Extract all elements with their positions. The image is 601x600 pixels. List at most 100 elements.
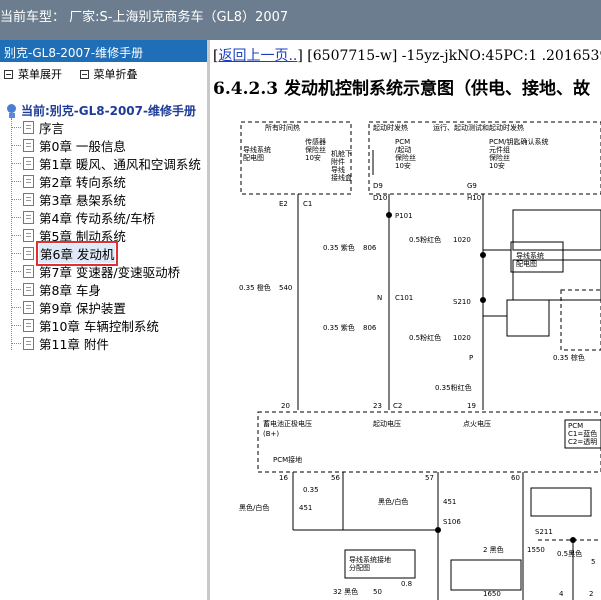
tree-item-chapter-11[interactable]: 第11章 附件 bbox=[6, 334, 207, 352]
label-c101: C101 bbox=[395, 294, 413, 302]
document-icon bbox=[23, 228, 34, 242]
tree-item-chapter-7[interactable]: 第7章 变速器/变速驱动桥 bbox=[6, 262, 207, 280]
label-n: N bbox=[377, 294, 382, 302]
label-d10: D10 bbox=[373, 194, 387, 202]
document-icon bbox=[23, 138, 34, 152]
document-icon bbox=[23, 282, 34, 296]
label-0-5-black: 0.5黑色 bbox=[557, 549, 582, 558]
sidebar-header: 别克-GL8-2007-维修手册 bbox=[0, 40, 207, 62]
label-engine-room: 机舱下附件导线接线盒 bbox=[331, 149, 352, 182]
tree-item-preface[interactable]: 序言 bbox=[6, 118, 207, 136]
label-bplus: (B+) bbox=[263, 430, 279, 438]
label-pin4: 4 bbox=[559, 590, 564, 598]
label-2-black: 2 黑色 bbox=[483, 545, 504, 554]
label-pcm-box: PCM C1=蓝色 C2=透明 bbox=[568, 422, 597, 446]
label-pcm-fuse: PCM/起动保险丝 10安 bbox=[395, 138, 416, 170]
collapse-all-button[interactable]: 菜单折叠 bbox=[79, 66, 138, 82]
tree-item-chapter-5[interactable]: 第5章 制动系统 bbox=[6, 226, 207, 244]
user-icon bbox=[6, 103, 18, 118]
label-crank-hot: 起动时发热 bbox=[373, 123, 408, 132]
document-icon bbox=[23, 156, 34, 170]
label-conn-e2: E2 bbox=[279, 200, 288, 208]
label-g9: G9 bbox=[467, 182, 477, 190]
label-dist-small: 导线系统配电图 bbox=[516, 251, 544, 268]
label-gnd-dist: 导线系统接地分配图 bbox=[349, 555, 391, 572]
label-ign-v: 点火电压 bbox=[463, 419, 491, 428]
tree-root[interactable]: 当前:别克-GL8-2007-维修手册 bbox=[6, 102, 196, 119]
document-icon bbox=[23, 318, 34, 332]
label-black-white-2: 黑色/白色 bbox=[378, 497, 408, 506]
tree-item-chapter-3[interactable]: 第3章 悬架系统 bbox=[6, 190, 207, 208]
label-c2: C2 bbox=[393, 402, 402, 410]
label-50: 50 bbox=[373, 588, 382, 596]
label-pin60: 60 bbox=[511, 474, 520, 482]
label-540: 540 bbox=[279, 284, 292, 292]
page-title: 6.4.2.3 发动机控制系统示意图（供电、接地、故 bbox=[213, 79, 590, 99]
label-pin57: 57 bbox=[425, 474, 434, 482]
tree-item-chapter-9[interactable]: 第9章 保护装置 bbox=[6, 298, 207, 316]
current-vehicle-label: 当前车型： 厂家:S-上海别克商务车（GL8）2007 bbox=[0, 10, 289, 25]
label-sensor-fuse: 传感器保险丝 10安 bbox=[305, 137, 326, 162]
label-battery-v: 蓄电池正极电压 bbox=[263, 419, 312, 428]
label-451-1: 451 bbox=[299, 504, 312, 512]
label-0-35: 0.35 bbox=[303, 486, 319, 494]
sidebar: 别克-GL8-2007-维修手册 菜单展开 菜单折叠 当前:别克-GL8-200… bbox=[0, 40, 210, 600]
label-pin2: 2 bbox=[589, 590, 593, 598]
document-icon bbox=[23, 300, 34, 314]
label-1020-1: 1020 bbox=[453, 236, 471, 244]
label-451-2: 451 bbox=[443, 498, 456, 506]
label-p: P bbox=[469, 354, 473, 362]
label-pin20: 20 bbox=[281, 402, 290, 410]
label-pink-1: 0.5粉红色 bbox=[409, 235, 441, 244]
label-d9: D9 bbox=[373, 182, 383, 190]
tree-item-chapter-10[interactable]: 第10章 车辆控制系统 bbox=[6, 316, 207, 334]
label-pcm-key: PCM/钥匙确认系统元件组保险丝 10安 bbox=[489, 137, 549, 170]
tree-item-chapter-4[interactable]: 第4章 传动系统/车桥 bbox=[6, 208, 207, 226]
label-all-hot: 所有时间热 bbox=[265, 123, 300, 132]
doc-nav-line: [返回上一页..] [6507715-w] -15yz-jkNO:45PC:1 … bbox=[213, 45, 601, 65]
label-s210: S210 bbox=[453, 298, 471, 306]
label-pin19: 19 bbox=[467, 402, 476, 410]
tree-item-chapter-0[interactable]: 第0章 一般信息 bbox=[6, 136, 207, 154]
label-806-1: 806 bbox=[363, 244, 377, 252]
label-s106: S106 bbox=[443, 518, 461, 526]
label-purple-1: 0.35 紫色 bbox=[323, 243, 355, 252]
collapse-all-label: 菜单折叠 bbox=[93, 68, 138, 81]
label-run-hot: 运行、起动测试和起动时发热 bbox=[433, 123, 524, 132]
tree-item-chapter-1[interactable]: 第1章 暖风、通风和空调系统 bbox=[6, 154, 207, 172]
label-h10: H10 bbox=[467, 194, 481, 202]
tree-root-label: 当前:别克-GL8-2007-维修手册 bbox=[21, 104, 196, 118]
back-link[interactable]: 返回上一页.. bbox=[218, 48, 297, 64]
label-1020-2: 1020 bbox=[453, 334, 471, 342]
label-pink-2: 0.5粉红色 bbox=[409, 333, 441, 342]
label-1550: 1550 bbox=[527, 546, 545, 554]
document-icon bbox=[23, 210, 34, 224]
content-pane: [返回上一页..] [6507715-w] -15yz-jkNO:45PC:1 … bbox=[213, 40, 601, 600]
wiring-diagram: 所有时间热 起动时发热 运行、起动测试和起动时发热 导线系统配电图 传感器保险丝… bbox=[239, 121, 601, 600]
label-fuse-dist: 导线系统配电图 bbox=[243, 145, 271, 162]
document-icon bbox=[23, 336, 34, 350]
label-crank-v: 起动电压 bbox=[373, 419, 401, 428]
expand-all-button[interactable]: 菜单展开 bbox=[4, 66, 62, 82]
label-pcm-gnd: PCM接地 bbox=[273, 455, 302, 464]
label-806-2: 806 bbox=[363, 324, 377, 332]
label-pin23: 23 bbox=[373, 402, 382, 410]
title-bar: 当前车型： 厂家:S-上海别克商务车（GL8）2007 bbox=[0, 0, 601, 40]
label-p101: P101 bbox=[395, 212, 413, 220]
label-pink-3: 0.35粉红色 bbox=[435, 383, 472, 392]
document-icon bbox=[23, 174, 34, 188]
document-icon bbox=[23, 264, 34, 278]
tree-item-chapter-6[interactable]: 第6章 发动机 bbox=[6, 240, 207, 266]
document-icon bbox=[23, 192, 34, 206]
chapter-tree: 序言 第0章 一般信息 第1章 暖风、通风和空调系统 第2章 转向系统 第3章 … bbox=[6, 118, 207, 352]
label-1650: 1650 bbox=[483, 590, 501, 598]
label-brown: 0.35 棕色 bbox=[553, 353, 585, 362]
label-orange: 0.35 橙色 bbox=[239, 283, 271, 292]
label-pin56: 56 bbox=[331, 474, 340, 482]
tree-item-chapter-2[interactable]: 第2章 转向系统 bbox=[6, 172, 207, 190]
expand-all-label: 菜单展开 bbox=[18, 68, 62, 81]
tree-item-chapter-8[interactable]: 第8章 车身 bbox=[6, 280, 207, 298]
document-icon bbox=[23, 246, 34, 260]
label-purple-2: 0.35 紫色 bbox=[323, 323, 355, 332]
document-icon bbox=[23, 120, 34, 134]
